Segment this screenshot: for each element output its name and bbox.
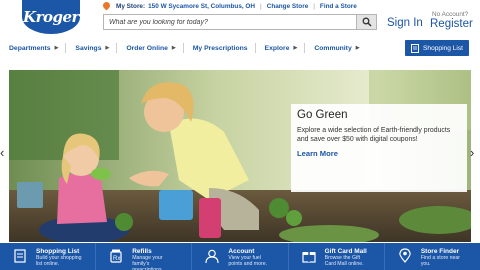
search-button[interactable]: [356, 15, 376, 29]
caret-icon: ▶: [105, 45, 110, 51]
my-store-label: My Store:: [116, 3, 146, 10]
prescription-icon: Rx: [109, 248, 123, 263]
nav-my-prescriptions[interactable]: My Prescriptions: [184, 43, 256, 53]
quick-link-desc: you.: [420, 261, 431, 267]
register-link[interactable]: Register: [430, 18, 473, 30]
nav-label: Community: [314, 44, 352, 52]
nav-label: Savings: [75, 44, 102, 52]
nav-label: Explore: [264, 44, 290, 52]
quick-link-desc: points and more.: [228, 261, 268, 267]
change-store-link[interactable]: Change Store: [267, 3, 309, 10]
store-finder-icon: [398, 248, 412, 263]
location-pin-icon: [103, 2, 110, 11]
caret-icon: ▶: [171, 45, 176, 51]
promo-body: Explore a wide selection of Earth-friend…: [297, 127, 451, 143]
page: Kroger My Store: 150 W Sycamore St, Colu…: [0, 0, 480, 270]
shopping-list-button[interactable]: Shopping List: [405, 40, 469, 56]
hero-banner[interactable]: Go Green Explore a wide selection of Ear…: [9, 70, 471, 242]
quick-link-account[interactable]: Account View your fuel points and more.: [192, 243, 289, 270]
caret-icon: ▶: [293, 45, 298, 51]
shopping-list-icon: [13, 248, 27, 263]
nav-order-online[interactable]: Order Online ▶: [117, 43, 184, 53]
shopping-list-label: Shopping List: [423, 44, 463, 52]
account-icon: [205, 248, 220, 263]
nav-explore[interactable]: Explore ▶: [256, 43, 306, 53]
nav-label: Order Online: [126, 44, 168, 52]
nav-label: My Prescriptions: [192, 44, 248, 52]
quick-link-refills[interactable]: Rx Refills Manage your family's prescriptio…: [96, 243, 193, 270]
search-icon: [362, 17, 372, 27]
quick-links-bar: Shopping List Build your shopping list onl…: [0, 243, 480, 270]
quick-link-store-finder[interactable]: Store Finder Find a store near you.: [385, 243, 480, 270]
search-bar: [103, 14, 377, 30]
store-info: My Store: 150 W Sycamore St, Columbus, O…: [103, 1, 357, 12]
quick-link-desc: list online.: [36, 261, 60, 267]
nav-savings[interactable]: Savings ▶: [66, 43, 118, 53]
nav-community[interactable]: Community ▶: [305, 43, 366, 53]
logo-text: Kroger: [23, 8, 79, 26]
quick-link-desc: Card Mall online.: [324, 261, 364, 267]
promo-card: Go Green Explore a wide selection of Ear…: [291, 104, 467, 192]
nav-label: Departments: [9, 44, 51, 52]
caret-icon: ▶: [355, 45, 360, 51]
quick-link-gift-card-mall[interactable]: Gift Card Mall Browse the Gift Card Mall o…: [289, 243, 385, 270]
promo-title: Go Green: [297, 109, 348, 121]
find-store-link[interactable]: Find a Store: [320, 3, 357, 10]
sign-in-link[interactable]: Sign In: [387, 17, 423, 29]
gift-card-icon: [302, 248, 316, 263]
quick-link-shopping-list[interactable]: Shopping List Build your shopping list onl…: [0, 243, 97, 270]
quick-link-title: Gift Card Mall: [324, 248, 367, 255]
caret-icon: ▶: [54, 45, 59, 51]
divider: |: [313, 3, 315, 10]
quick-link-title: Store Finder: [420, 248, 460, 255]
learn-more-link[interactable]: Learn More: [297, 149, 462, 158]
quick-link-title: Account: [228, 248, 255, 255]
store-address[interactable]: 150 W Sycamore St, Columbus, OH: [148, 3, 255, 10]
no-account-label: No Account?: [432, 11, 469, 18]
quick-link-title: Shopping List: [36, 248, 80, 255]
kroger-logo[interactable]: Kroger: [22, 0, 80, 34]
nav-departments[interactable]: Departments ▶: [0, 43, 67, 53]
quick-link-title: Refills: [132, 248, 152, 255]
carousel-next-arrow[interactable]: ›: [470, 145, 474, 160]
divider: |: [260, 3, 262, 10]
carousel-prev-arrow[interactable]: ‹: [0, 145, 4, 160]
list-icon: [411, 43, 420, 53]
svg-text:Rx: Rx: [113, 256, 120, 262]
search-input[interactable]: [104, 15, 356, 29]
